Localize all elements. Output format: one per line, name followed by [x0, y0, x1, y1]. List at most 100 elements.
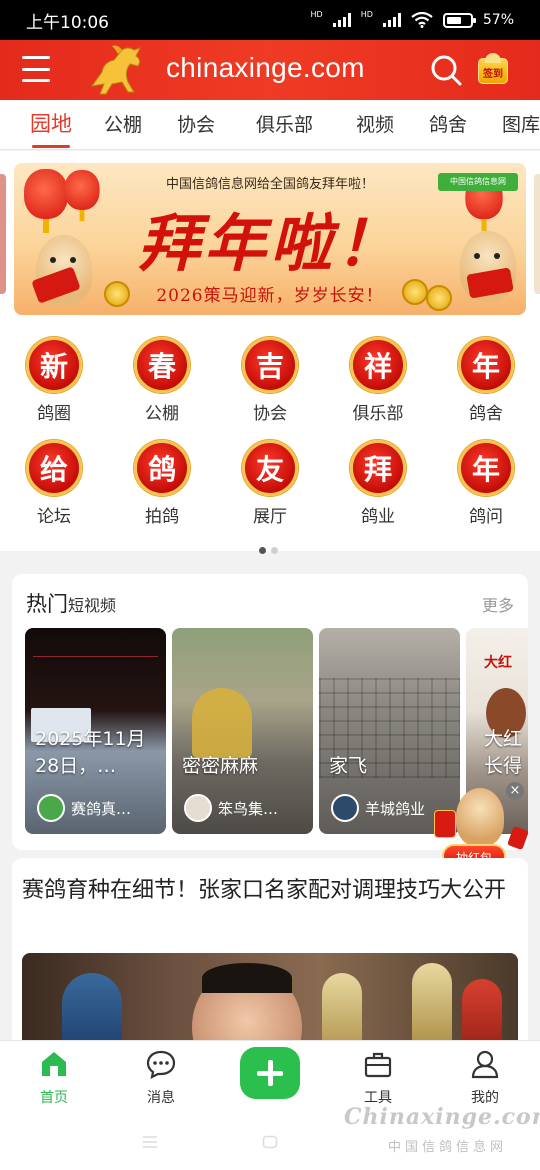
tab-gallery[interactable]: 图库 [502, 110, 540, 137]
video-caption: 家飞 [329, 755, 368, 777]
coin-icon [402, 279, 428, 305]
nav-home[interactable]: 首页 [14, 1049, 94, 1107]
horse-logo-icon [90, 45, 141, 95]
brand-name: chinaxinge.com [166, 52, 365, 83]
grid-label: 拍鸽 [145, 507, 179, 527]
signal-bars-icon [332, 13, 351, 27]
nav-profile[interactable]: 我的 [445, 1049, 525, 1107]
person-thumb [192, 688, 252, 758]
grid-item-club[interactable]: 祥俱乐部 [338, 337, 418, 424]
category-icon-grid: 新鸽圈 春公棚 吉协会 祥俱乐部 年鸽舍 给论坛 鸽拍鸽 友展厅 拜鸽业 年鸽问 [0, 319, 540, 554]
avatar [331, 794, 359, 822]
coin-icon [104, 281, 130, 307]
article-card[interactable]: 赛鸽育种在细节！张家口名家配对调理技巧大公开 [12, 858, 528, 1048]
vase-image [62, 973, 122, 1048]
home-square-icon[interactable] [262, 1135, 278, 1149]
grid-item-loft[interactable]: 春公棚 [122, 337, 202, 424]
medal-icon: 拜 [350, 440, 406, 496]
medal-icon: 年 [458, 337, 514, 393]
grid-label: 鸽舍 [469, 404, 503, 424]
nav-tools[interactable]: 工具 [338, 1049, 418, 1107]
trophy-image [412, 963, 452, 1048]
plus-icon [267, 1060, 273, 1086]
grid-label: 鸽问 [469, 507, 503, 527]
grid-item-forum[interactable]: 给论坛 [14, 440, 94, 527]
video-author: 赛鸽真… [37, 794, 131, 822]
battery-icon [442, 12, 476, 28]
article-title: 赛鸽育种在细节！张家口名家配对调理技巧大公开 [22, 878, 507, 903]
pager-dots [259, 547, 278, 554]
medal-icon: 新 [26, 337, 82, 393]
grid-label: 鸽业 [361, 507, 395, 527]
toolbox-icon [364, 1052, 392, 1078]
grid-item-questions[interactable]: 年鸽问 [446, 440, 526, 527]
user-icon [471, 1050, 499, 1079]
grid-label: 俱乐部 [352, 404, 404, 424]
menu-lines-icon[interactable] [142, 1135, 158, 1149]
tab-video[interactable]: 视频 [356, 110, 394, 137]
status-icons: HD HD 57% [310, 9, 514, 28]
home-icon [42, 1052, 66, 1076]
medal-icon: 吉 [242, 337, 298, 393]
grid-item-association[interactable]: 吉协会 [230, 337, 310, 424]
tab-association[interactable]: 协会 [177, 110, 215, 137]
grid-item-pigeon-house[interactable]: 年鸽舍 [446, 337, 526, 424]
site-watermark: Chinaxinge.com [344, 1104, 540, 1130]
close-icon[interactable]: × [506, 782, 524, 800]
nav-label: 首页 [40, 1090, 68, 1106]
wifi-icon [411, 12, 433, 28]
grid-label: 公棚 [145, 404, 179, 424]
tab-garden[interactable]: 园地 [30, 108, 72, 148]
grid-item-auction[interactable]: 鸽拍鸽 [122, 440, 202, 527]
trophy-image [462, 979, 502, 1048]
grid-item-showroom[interactable]: 友展厅 [230, 440, 310, 527]
video-caption: 大红长得 [484, 728, 523, 777]
avatar [37, 794, 65, 822]
article-image [22, 953, 518, 1048]
signal-bars-icon-2 [382, 13, 401, 27]
new-year-banner[interactable]: 中国信鸽信息网 中国信鸽信息网给全国鸽友拜年啦！ 拜年啦！ 2026策马迎新，岁… [14, 163, 526, 315]
medal-icon: 春 [134, 337, 190, 393]
video-caption: 2025年11月28日，… [35, 728, 146, 777]
video-thumb-title: 大红 [484, 655, 512, 671]
video-author: 笨鸟集… [184, 794, 278, 822]
grid-label: 鸽圈 [37, 404, 71, 424]
more-link[interactable]: 更多 [482, 592, 514, 616]
video-author: 羊城鸽业 [331, 794, 425, 822]
signal-icon: HD [310, 9, 323, 19]
nav-messages[interactable]: 消息 [121, 1049, 201, 1107]
avatar [184, 794, 212, 822]
video-caption: 密密麻麻 [182, 755, 259, 777]
red-envelope-icon [434, 810, 456, 838]
tab-pigeon-house[interactable]: 鸽舍 [429, 110, 467, 137]
publish-button[interactable] [240, 1047, 300, 1099]
section-subtitle: 短视频 [68, 596, 117, 615]
banner-peek-right [534, 174, 540, 294]
menu-icon[interactable] [22, 56, 50, 82]
category-tabs: 园地 公棚 协会 俱乐部 视频 鸽舍 图库 [0, 100, 540, 150]
video-thumb-text-lines [33, 656, 158, 706]
medal-icon: 给 [26, 440, 82, 496]
search-icon[interactable] [430, 54, 462, 86]
video-card[interactable]: 密密麻麻 笨鸟集… [172, 628, 313, 834]
grid-item-pigeon-circle[interactable]: 新鸽圈 [14, 337, 94, 424]
person-image [192, 963, 302, 1048]
medal-icon: 鸽 [134, 440, 190, 496]
nav-label: 消息 [147, 1090, 175, 1106]
section-title: 热门短视频 [26, 592, 117, 616]
tab-club[interactable]: 俱乐部 [256, 110, 313, 137]
medal-icon: 祥 [350, 337, 406, 393]
medal-icon: 友 [242, 440, 298, 496]
medal-icon: 年 [458, 440, 514, 496]
grid-item-industry[interactable]: 拜鸽业 [338, 440, 418, 527]
banner-peek-left [0, 174, 6, 294]
red-envelope-icon [507, 825, 529, 851]
grid-label: 论坛 [37, 507, 71, 527]
tab-loft[interactable]: 公棚 [104, 110, 142, 137]
grid-label: 展厅 [253, 507, 287, 527]
signin-button[interactable]: 签到 [478, 53, 508, 84]
status-bar: 上午10:06 HD HD 57% [0, 0, 540, 40]
video-card[interactable]: 2025年11月28日，… 赛鸽真… [25, 628, 166, 834]
signal-icon-2: HD [360, 9, 373, 19]
site-watermark-sub: 中国信鸽信息网 [388, 1140, 508, 1155]
